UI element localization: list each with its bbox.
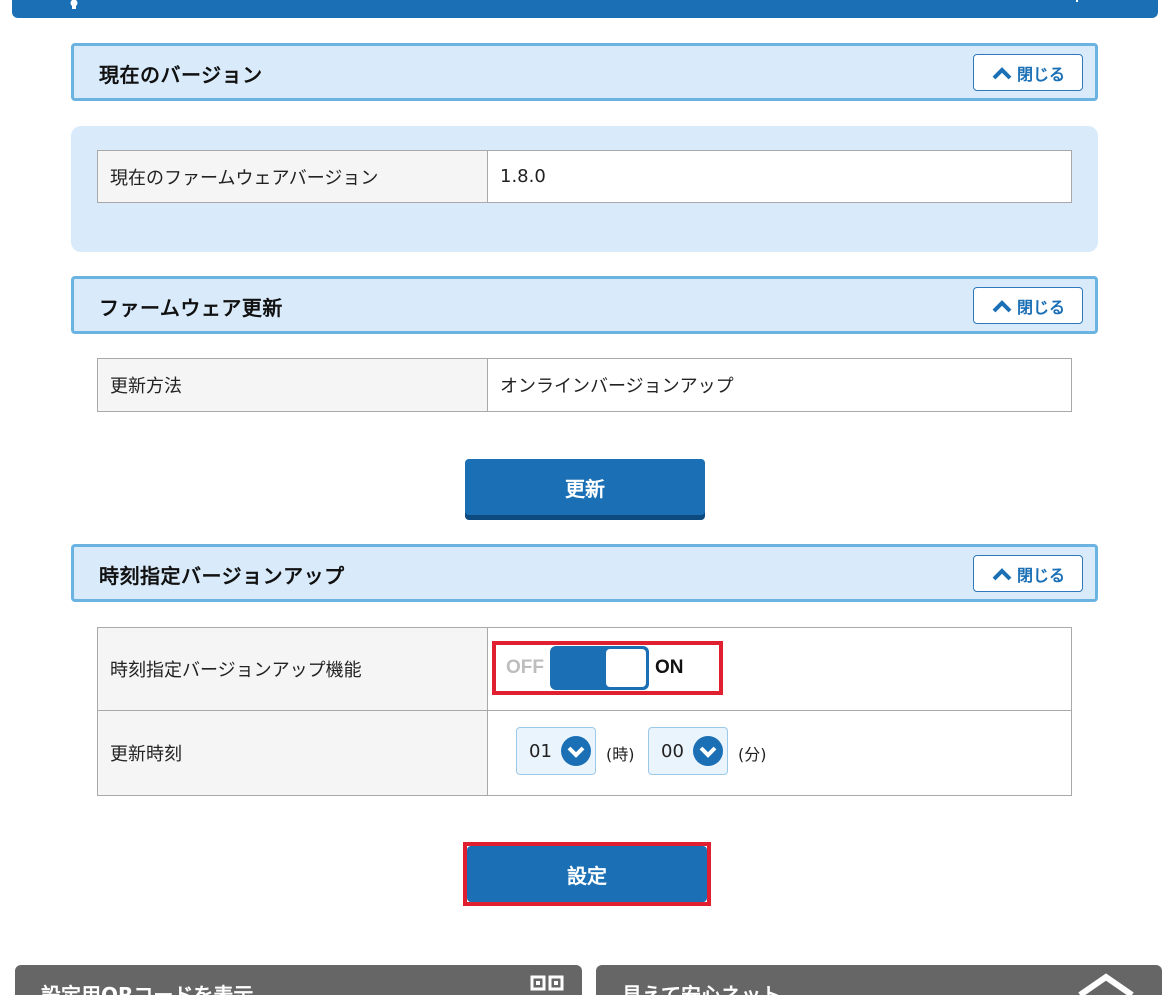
- row-key: 時刻指定バージョンアップ機能: [97, 627, 488, 711]
- section-header-firmware-update: ファームウェア更新 閉じる: [71, 276, 1098, 334]
- close-button[interactable]: 閉じる: [973, 54, 1083, 91]
- toggle-off-label: OFF: [506, 657, 544, 678]
- scheduled-update-toggle[interactable]: OFF ON: [506, 646, 684, 690]
- firmware-update-table: 更新方法 オンラインバージョンアップ: [97, 358, 1072, 412]
- row-value: 1.8.0: [487, 150, 1072, 203]
- mieteanshin-net-tile-label: 見えて安心ネット: [622, 983, 781, 995]
- update-button[interactable]: 更新: [465, 459, 705, 515]
- mieteanshin-net-tile[interactable]: 見えて安心ネット: [596, 965, 1162, 995]
- section-title: ファームウェア更新: [99, 296, 283, 320]
- toggle-knob[interactable]: [606, 649, 646, 687]
- hour-unit: (時): [606, 745, 635, 764]
- row-value: オンラインバージョンアップ: [487, 358, 1072, 412]
- minute-select[interactable]: 00: [648, 727, 728, 775]
- hour-select[interactable]: 01: [516, 727, 596, 775]
- chevron-down-icon: [561, 736, 591, 766]
- top-nav-tab-edge: [1076, 0, 1158, 2]
- qr-code-icon: [530, 975, 564, 991]
- section-header-scheduled-update: 時刻指定バージョンアップ 閉じる: [71, 544, 1098, 602]
- chevron-up-icon: [992, 299, 1012, 312]
- row-key: 更新方法: [97, 358, 488, 412]
- close-button-label: 閉じる: [1016, 297, 1065, 317]
- toggle-on-label: ON: [655, 657, 684, 678]
- house-icon: [1078, 973, 1134, 995]
- settings-button[interactable]: 設定: [467, 846, 707, 902]
- close-button-label: 閉じる: [1016, 64, 1065, 84]
- section-header-current-version: 現在のバージョン 閉じる: [71, 43, 1098, 101]
- wrench-icon: [70, 0, 78, 9]
- qr-code-tile[interactable]: 設定用QRコードを表示: [15, 965, 582, 995]
- table-row: 更新方法 オンラインバージョンアップ: [97, 358, 1072, 412]
- row-key: 現在のファームウェアバージョン: [97, 150, 488, 203]
- top-nav-bar: [12, 0, 1158, 18]
- row-key: 更新時刻: [97, 710, 488, 796]
- minute-select-value: 00: [661, 740, 684, 762]
- table-row: 現在のファームウェアバージョン 1.8.0: [97, 150, 1072, 203]
- hour-select-value: 01: [529, 740, 552, 762]
- current-version-table: 現在のファームウェアバージョン 1.8.0: [97, 150, 1072, 203]
- section-title: 時刻指定バージョンアップ: [99, 564, 345, 588]
- chevron-up-icon: [992, 66, 1012, 79]
- close-button-label: 閉じる: [1016, 565, 1065, 585]
- section-title: 現在のバージョン: [99, 63, 263, 87]
- close-button[interactable]: 閉じる: [973, 287, 1083, 324]
- chevron-up-icon: [992, 567, 1012, 580]
- qr-code-tile-label: 設定用QRコードを表示: [41, 983, 254, 995]
- chevron-down-icon: [693, 736, 723, 766]
- close-button[interactable]: 閉じる: [973, 555, 1083, 592]
- toggle-switch[interactable]: [550, 646, 649, 690]
- minute-unit: (分): [738, 745, 767, 764]
